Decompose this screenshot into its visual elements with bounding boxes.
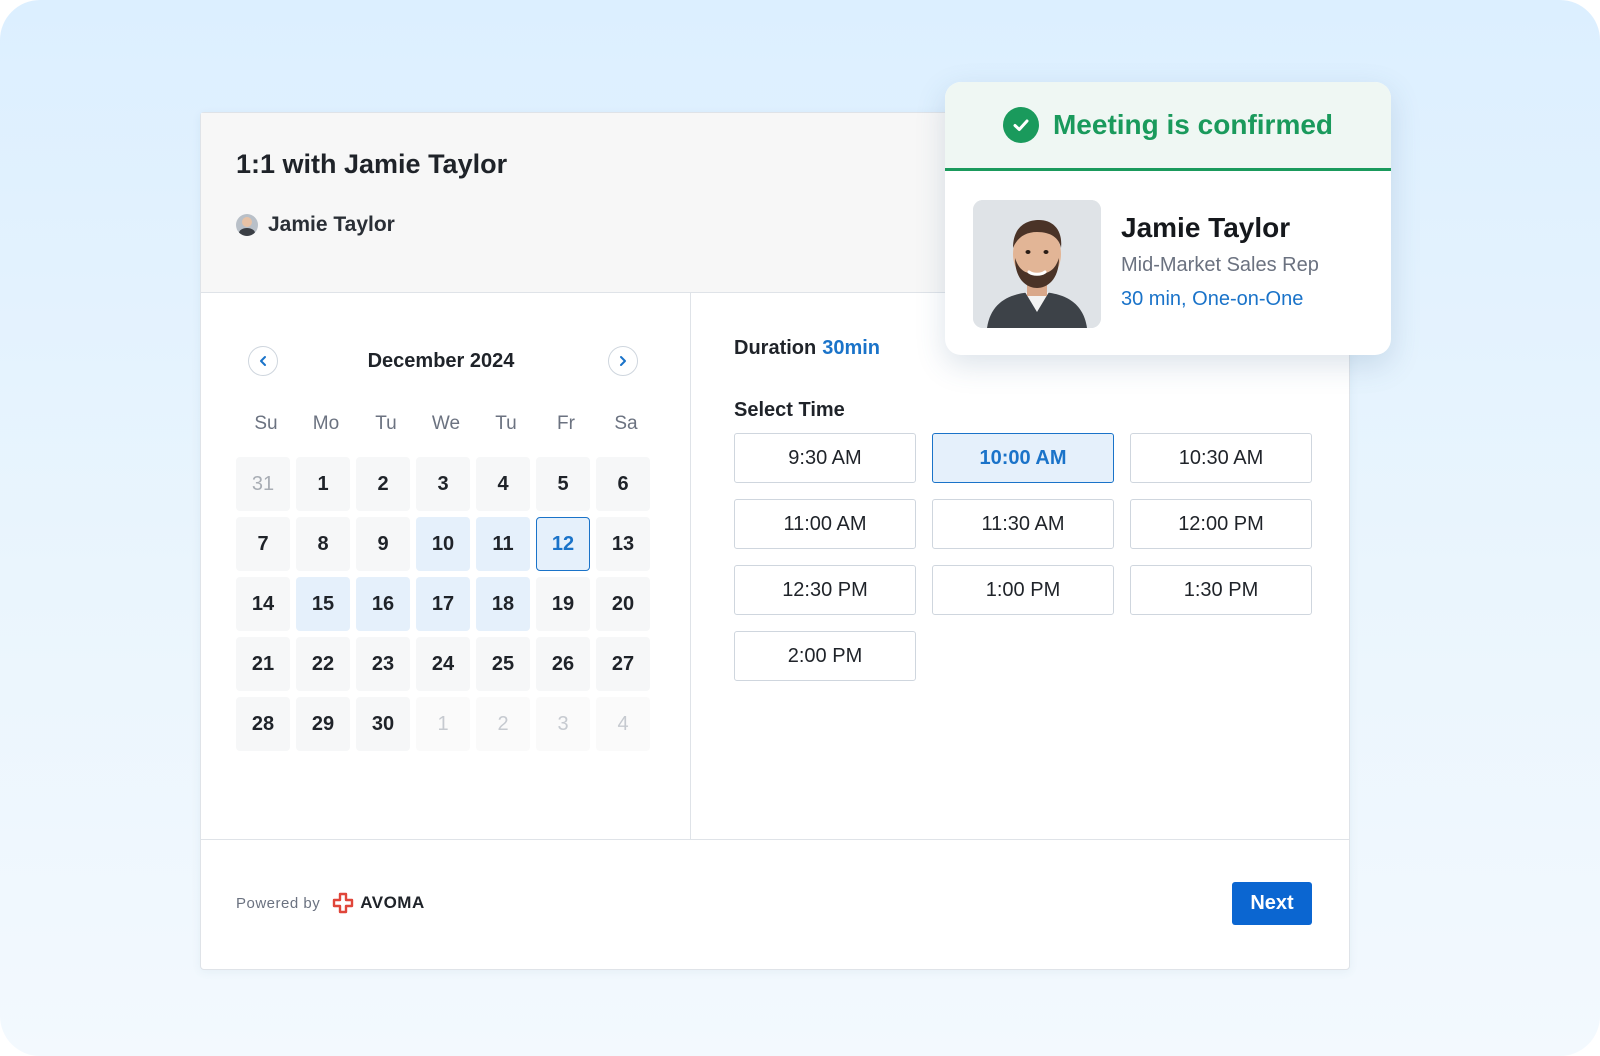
weekday-label: Mo bbox=[312, 413, 340, 434]
next-month-button[interactable] bbox=[608, 346, 638, 376]
calendar-day[interactable]: 2 bbox=[356, 457, 410, 511]
calendar-day: 1 bbox=[416, 697, 470, 751]
profile-name: Jamie Taylor bbox=[1121, 212, 1291, 243]
calendar-day[interactable]: 16 bbox=[356, 577, 410, 631]
calendar-day[interactable]: 5 bbox=[536, 457, 590, 511]
weekday-label: Fr bbox=[557, 413, 575, 434]
calendar-day[interactable]: 28 bbox=[236, 697, 290, 751]
profile-role: Mid-Market Sales Rep bbox=[1121, 254, 1319, 276]
calendar-day[interactable]: 26 bbox=[536, 637, 590, 691]
calendar-day[interactable]: 11 bbox=[476, 517, 530, 571]
duration-value: 30min bbox=[822, 337, 881, 359]
calendar-day[interactable]: 19 bbox=[536, 577, 590, 631]
weekday-label: We bbox=[431, 413, 461, 434]
day-grid: 31 1 2 3 4 5 6 7 8 9 10 11 12 13 14 15 16 17 18 19 20 21 22 23 2… bbox=[236, 457, 650, 751]
time-slot[interactable]: 12:00 PM bbox=[1130, 499, 1312, 549]
calendar-panel: December 2024 Su Mo Tu We Tu Fr Sa 31 1 2 3 4 5 6 7 8 9… bbox=[201, 293, 691, 839]
weekday-header: Su Mo Tu We Tu Fr Sa bbox=[236, 413, 656, 435]
time-slot[interactable]: 10:30 AM bbox=[1130, 433, 1312, 483]
confirmation-card: Meeting is confirmed Jamie Taylor Mid-Ma… bbox=[945, 82, 1391, 355]
weekday-label: Tu bbox=[495, 413, 517, 434]
calendar-day[interactable]: 21 bbox=[236, 637, 290, 691]
calendar-day[interactable]: 22 bbox=[296, 637, 350, 691]
calendar-day[interactable]: 4 bbox=[476, 457, 530, 511]
calendar-day[interactable]: 25 bbox=[476, 637, 530, 691]
calendar-day[interactable]: 3 bbox=[416, 457, 470, 511]
check-circle-icon bbox=[1002, 107, 1039, 143]
calendar-day[interactable]: 29 bbox=[296, 697, 350, 751]
calendar-day[interactable]: 15 bbox=[296, 577, 350, 631]
select-time-label: Select Time bbox=[734, 399, 845, 421]
event-title: 1:1 with Jamie Taylor bbox=[236, 149, 508, 179]
calendar-day[interactable]: 20 bbox=[596, 577, 650, 631]
calendar-day[interactable]: 9 bbox=[356, 517, 410, 571]
time-slot[interactable]: 11:00 AM bbox=[734, 499, 916, 549]
time-slot-grid: 9:30 AM 10:00 AM 10:30 AM 11:00 AM 11:30 AM 1… bbox=[734, 433, 1312, 681]
weekday-label: Su bbox=[254, 413, 278, 434]
time-slot[interactable]: 11:30 AM bbox=[932, 499, 1114, 549]
weekday-label: Sa bbox=[614, 413, 638, 434]
calendar-day[interactable]: 6 bbox=[596, 457, 650, 511]
chevron-left-icon bbox=[260, 356, 266, 366]
powered-by: Powered by AVOMA bbox=[236, 892, 425, 914]
time-slot[interactable]: 9:30 AM bbox=[734, 433, 916, 483]
calendar-day[interactable]: 23 bbox=[356, 637, 410, 691]
powered-by-text: Powered by bbox=[236, 894, 321, 912]
weekday-label: Tu bbox=[375, 413, 397, 434]
calendar-day[interactable]: 30 bbox=[356, 697, 410, 751]
time-slot[interactable]: 1:00 PM bbox=[932, 565, 1114, 615]
avoma-logo-icon bbox=[333, 892, 354, 914]
next-button[interactable]: Next bbox=[1232, 882, 1312, 925]
brand-name: AVOMA bbox=[360, 893, 425, 912]
calendar-day: 4 bbox=[596, 697, 650, 751]
calendar-day-selected[interactable]: 12 bbox=[536, 517, 590, 571]
confirmation-header: Meeting is confirmed bbox=[945, 82, 1391, 171]
calendar-day[interactable]: 24 bbox=[416, 637, 470, 691]
calendar-day: 2 bbox=[476, 697, 530, 751]
calendar-day[interactable]: 18 bbox=[476, 577, 530, 631]
prev-month-button[interactable] bbox=[248, 346, 278, 376]
time-slot[interactable]: 12:30 PM bbox=[734, 565, 916, 615]
duration-row: Duration 30min bbox=[734, 337, 880, 360]
confirmation-title: Meeting is confirmed bbox=[1052, 109, 1334, 140]
host-row: Jamie Taylor bbox=[236, 213, 395, 237]
duration-label: Duration bbox=[734, 337, 817, 359]
calendar-day[interactable]: 1 bbox=[296, 457, 350, 511]
time-slot[interactable]: 2:00 PM bbox=[734, 631, 916, 681]
calendar-day[interactable]: 10 bbox=[416, 517, 470, 571]
booking-footer: Powered by AVOMA Next bbox=[201, 839, 1349, 970]
host-name: Jamie Taylor bbox=[268, 213, 395, 236]
calendar-day: 3 bbox=[536, 697, 590, 751]
page-background: 1:1 with Jamie Taylor Jamie Taylor Decem… bbox=[0, 0, 1600, 1056]
chevron-right-icon bbox=[620, 356, 626, 366]
calendar-day[interactable]: 17 bbox=[416, 577, 470, 631]
time-slot[interactable]: 1:30 PM bbox=[1130, 565, 1312, 615]
time-slot-selected[interactable]: 10:00 AM bbox=[932, 433, 1114, 483]
calendar-day: 31 bbox=[236, 457, 290, 511]
meeting-meta: 30 min, One-on-One bbox=[1121, 288, 1304, 310]
calendar-day[interactable]: 14 bbox=[236, 577, 290, 631]
calendar-day[interactable]: 8 bbox=[296, 517, 350, 571]
host-avatar bbox=[236, 214, 258, 236]
month-label: December 2024 bbox=[367, 350, 515, 372]
calendar-day[interactable]: 27 bbox=[596, 637, 650, 691]
calendar-day[interactable]: 7 bbox=[236, 517, 290, 571]
calendar-day[interactable]: 13 bbox=[596, 517, 650, 571]
profile-photo bbox=[973, 200, 1101, 328]
time-panel: Duration 30min Select Time 9:30 AM 10:00 A… bbox=[692, 293, 1349, 839]
